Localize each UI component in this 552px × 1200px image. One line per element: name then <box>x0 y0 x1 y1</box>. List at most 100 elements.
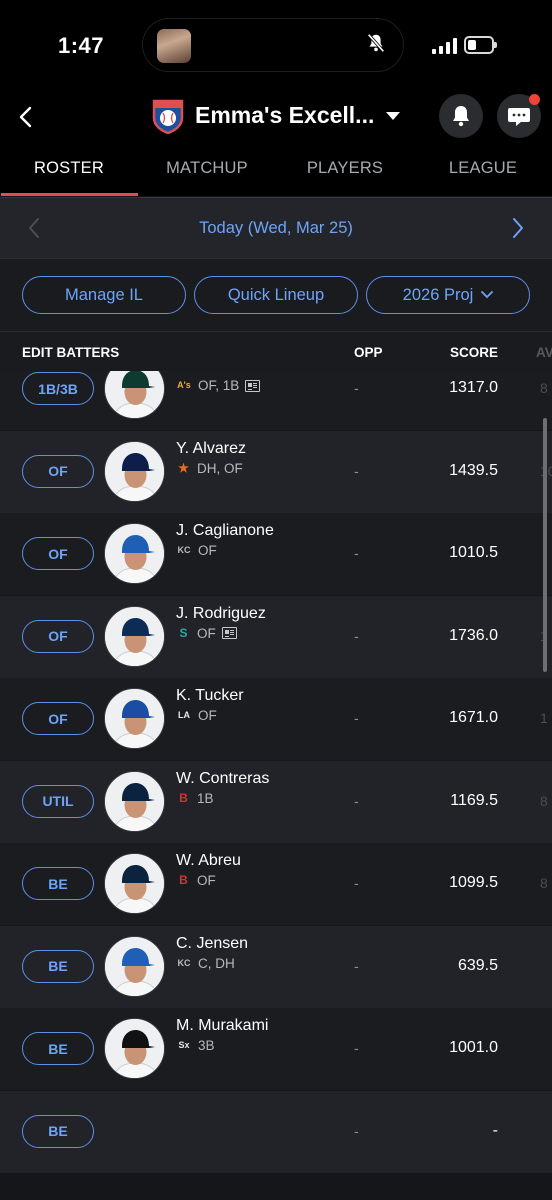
next-day-button[interactable] <box>508 215 528 241</box>
player-name[interactable]: J. Caglianone <box>176 522 274 540</box>
player-positions: DH, OF <box>197 460 243 476</box>
tab-league[interactable]: LEAGUE <box>414 159 552 178</box>
active-tab-indicator <box>1 193 138 196</box>
player-score: 639.5 <box>457 956 498 974</box>
player-name[interactable]: W. Contreras <box>176 770 269 788</box>
table-row[interactable]: UTIL W. Contreras B 1B - 1169.5 8 <box>0 760 552 843</box>
date-navigator: Today (Wed, Mar 25) <box>0 197 552 258</box>
status-bar: 1:47 <box>0 0 552 92</box>
player-score: 1001.0 <box>449 1039 498 1056</box>
manage-il-label: Manage IL <box>65 285 143 304</box>
player-meta: B 1B <box>176 791 213 806</box>
cellular-signal-icon <box>432 38 458 54</box>
player-name[interactable]: J. Rodriguez <box>176 605 266 623</box>
table-row[interactable]: OF J. Caglianone KC OF - 1010.5 <box>0 513 552 595</box>
player-avatar[interactable] <box>104 523 165 584</box>
player-name[interactable]: T. Soderstrom <box>176 371 276 375</box>
player-score: 1439.5 <box>449 461 498 479</box>
news-icon[interactable] <box>245 379 261 392</box>
lineup-slot-button[interactable]: OF <box>22 537 94 570</box>
player-avatar[interactable] <box>104 935 165 997</box>
player-name[interactable]: C. Jensen <box>176 935 248 953</box>
player-avatar[interactable] <box>104 1018 165 1079</box>
opponent: - <box>354 545 359 561</box>
lineup-slot-button[interactable]: UTIL <box>22 784 94 818</box>
opponent: - <box>354 710 359 726</box>
opp-header[interactable]: OPP <box>354 345 383 360</box>
projection-select[interactable]: 2026 Proj <box>366 276 530 314</box>
table-row[interactable]: OF J. Rodriguez S OF -1736.01 <box>0 595 552 678</box>
player-score: 1169.5 <box>450 791 498 809</box>
battery-icon <box>464 36 497 54</box>
chevron-right-icon <box>513 218 523 238</box>
player-score: 1671.0 <box>449 709 498 726</box>
notification-badge <box>529 94 540 105</box>
lineup-slot-button[interactable]: BE <box>22 867 94 900</box>
manage-il-button[interactable]: Manage IL <box>22 276 186 314</box>
player-meta: Sx 3B <box>176 1038 214 1053</box>
table-row[interactable]: OF K. Tucker LA OF - 1671.0 1 <box>0 678 552 760</box>
table-row[interactable]: BE C. Jensen KC C, DH - 639.5 <box>0 925 552 1008</box>
player-score: - <box>492 1121 498 1139</box>
news-icon[interactable] <box>221 627 237 639</box>
roster-actions: Manage IL Quick Lineup 2026 Proj <box>0 258 552 331</box>
opponent: - <box>354 627 359 644</box>
table-row[interactable]: BE M. Murakami Sx 3B - 1001.0 <box>0 1008 552 1090</box>
lineup-slot-button[interactable]: 1B/3B <box>22 372 94 405</box>
lineup-slot-button[interactable]: BE <box>22 1032 94 1065</box>
current-date[interactable]: Today (Wed, Mar 25) <box>0 219 552 238</box>
dynamic-island[interactable] <box>142 18 404 72</box>
player-positions: OF <box>197 625 216 641</box>
score-header[interactable]: SCORE <box>450 345 498 360</box>
player-meta: KC OF <box>176 543 217 558</box>
table-row[interactable]: BE W. Abreu B OF - 1099.5 8 <box>0 843 552 925</box>
chevron-down-icon[interactable] <box>386 112 400 120</box>
roster-list: 1B/3B T. Soderstrom A's OF, 1B - 1317.0 8 O… <box>0 371 552 1200</box>
table-row[interactable]: OF Y. Alvarez ★ DH, OF -1439.510 <box>0 430 552 513</box>
tab-matchup[interactable]: MATCHUP <box>138 159 276 178</box>
player-meta: S OF <box>176 626 237 641</box>
team-logo-icon: KC <box>177 545 191 555</box>
table-row[interactable]: 1B/3B T. Soderstrom A's OF, 1B - 1317.0 8 <box>0 371 552 430</box>
player-name[interactable]: M. Murakami <box>176 1017 268 1035</box>
team-logo-icon: ★ <box>178 460 189 475</box>
lineup-slot-button[interactable]: OF <box>22 702 94 735</box>
chevron-down-icon <box>481 291 494 299</box>
team-name[interactable]: Emma's Excell... <box>195 102 374 129</box>
player-name[interactable]: Y. Alvarez <box>176 440 246 458</box>
projection-label: 2026 Proj <box>402 285 474 304</box>
player-avatar[interactable] <box>104 688 165 749</box>
player-avatar[interactable] <box>104 853 165 914</box>
player-avatar[interactable] <box>104 440 165 502</box>
player-positions: OF <box>198 543 217 558</box>
player-meta: ★ DH, OF <box>176 461 243 476</box>
lineup-slot-button[interactable]: OF <box>22 454 94 488</box>
tab-roster[interactable]: ROSTER <box>0 159 138 178</box>
chevron-left-icon <box>19 106 32 128</box>
quick-lineup-label: Quick Lineup <box>227 285 325 304</box>
scrollbar[interactable] <box>543 418 547 672</box>
lineup-slot-button[interactable]: BE <box>22 1114 94 1148</box>
player-avatar[interactable] <box>104 770 165 832</box>
opponent: - <box>354 462 359 479</box>
tab-players[interactable]: PLAYERS <box>276 159 414 178</box>
tab-bar: ROSTER MATCHUP PLAYERS LEAGUE <box>0 144 552 196</box>
edit-batters-header[interactable]: EDIT BATTERS <box>22 345 119 360</box>
lineup-slot-button[interactable]: BE <box>22 949 94 983</box>
team-logo-icon: KC <box>177 957 191 968</box>
avg-header[interactable]: AV <box>536 345 552 360</box>
opponent: - <box>354 1040 359 1056</box>
opponent: - <box>354 792 359 809</box>
player-avatar[interactable] <box>104 605 165 667</box>
notifications-button[interactable] <box>439 94 483 138</box>
player-score: 1736.0 <box>449 626 498 644</box>
player-name[interactable]: K. Tucker <box>176 687 244 705</box>
team-logo-icon: A's <box>177 380 191 390</box>
table-row[interactable]: BE - - <box>0 1090 552 1173</box>
player-name[interactable]: W. Abreu <box>176 852 241 870</box>
back-button[interactable] <box>14 102 38 132</box>
quick-lineup-button[interactable]: Quick Lineup <box>194 276 358 314</box>
lineup-slot-button[interactable]: OF <box>22 619 94 653</box>
player-avatar[interactable] <box>104 371 165 419</box>
opponent: - <box>354 380 359 396</box>
